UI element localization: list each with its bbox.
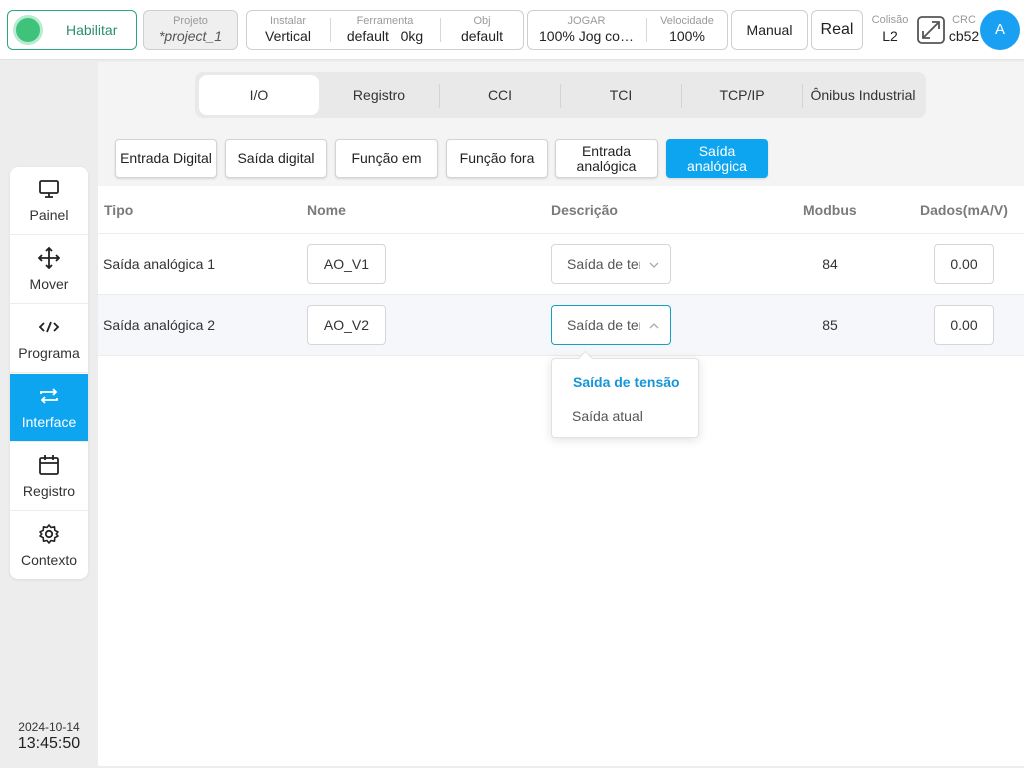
subtab-function-in[interactable]: Função em bbox=[335, 139, 438, 178]
data-input[interactable]: 0.00 bbox=[934, 244, 994, 284]
sidebar-item-label: Mover bbox=[29, 276, 69, 292]
select-value: Saída de tensão bbox=[567, 256, 640, 272]
real-label: Real bbox=[820, 21, 854, 38]
sidebar-item-mover[interactable]: Mover bbox=[10, 236, 88, 304]
subtab-digital-output[interactable]: Saída digital bbox=[225, 139, 327, 178]
sidebar-item-label: Contexto bbox=[20, 552, 78, 568]
subtabs-area: Entrada Digital Saída digital Função em … bbox=[98, 124, 1024, 186]
modbus-value: 84 bbox=[822, 256, 838, 272]
description-select[interactable]: Saída de tensão bbox=[551, 305, 671, 345]
dropdown-option-current-output[interactable]: Saída atual bbox=[552, 399, 700, 433]
subtab-analog-output[interactable]: Saída analógica bbox=[666, 139, 768, 178]
subtab-function-out[interactable]: Função fora bbox=[446, 139, 548, 178]
crc-label: CRC bbox=[952, 14, 976, 26]
tab-io[interactable]: I/O bbox=[199, 75, 319, 115]
install-value: Vertical bbox=[265, 28, 311, 44]
tool-name: default bbox=[346, 28, 389, 44]
tab-registro[interactable]: Registro bbox=[319, 75, 439, 115]
swap-arrows-icon bbox=[40, 388, 58, 404]
name-input[interactable]: AO_V1 bbox=[307, 244, 386, 284]
enable-button[interactable]: Habilitar bbox=[7, 10, 137, 50]
header-modbus: Modbus bbox=[803, 202, 857, 218]
crc-value: cb52 bbox=[948, 28, 980, 44]
tab-industrial-bus[interactable]: Ônibus Industrial bbox=[803, 75, 923, 115]
time-text: 13:45:50 bbox=[17, 735, 81, 752]
row-type: Saída analógica 2 bbox=[103, 317, 216, 333]
system-clock: 2024-10-14 13:45:50 bbox=[10, 720, 88, 753]
top-bar: Habilitar Projeto *project_1 Instalar Ve… bbox=[0, 0, 1024, 60]
sidebar-item-registro[interactable]: Registro bbox=[10, 443, 88, 511]
date-text: 2024-10-14 bbox=[18, 720, 80, 734]
jog-speed-panel[interactable]: JOGAR 100% Jog co… Velocidade 100% bbox=[527, 10, 728, 50]
crc-indicator: CRC cb52 bbox=[946, 14, 982, 44]
tab-bar: I/O Registro CCI TCI TCP/IP Ônibus Indus… bbox=[195, 72, 926, 118]
sidebar-item-label: Registro bbox=[22, 483, 76, 499]
header-name: Nome bbox=[307, 202, 346, 218]
tool-value: default 0kg bbox=[331, 28, 439, 44]
move-arrows-icon bbox=[38, 247, 60, 269]
obj-value: default bbox=[460, 28, 504, 44]
sidebar-item-label: Programa bbox=[18, 345, 80, 361]
gear-icon bbox=[39, 524, 59, 544]
speed-label: Velocidade bbox=[660, 15, 714, 27]
name-input[interactable]: AO_V2 bbox=[307, 305, 386, 345]
select-value: Saída de tensão bbox=[567, 317, 640, 333]
collision-value: L2 bbox=[882, 28, 898, 44]
sidebar-item-label: Interface bbox=[21, 414, 77, 430]
table-header: Tipo Nome Descrição Modbus Dados(mA/V) bbox=[98, 186, 1024, 234]
header-data: Dados(mA/V) bbox=[920, 202, 1008, 218]
project-selector[interactable]: Projeto *project_1 bbox=[143, 10, 238, 50]
enable-label: Habilitar bbox=[66, 22, 118, 38]
sidebar-item-label: Painel bbox=[29, 207, 69, 223]
sidebar-item-painel[interactable]: Painel bbox=[10, 167, 88, 235]
tool-weight: 0kg bbox=[400, 28, 424, 44]
tabs-area: I/O Registro CCI TCI TCP/IP Ônibus Indus… bbox=[98, 62, 1024, 124]
tab-cci[interactable]: CCI bbox=[440, 75, 560, 115]
dropdown-option-voltage-output[interactable]: Saída de tensão bbox=[552, 365, 700, 399]
tool-label: Ferramenta bbox=[356, 15, 414, 27]
modbus-value: 85 bbox=[822, 317, 838, 333]
table-row: Saída analógica 2 AO_V2 Saída de tensão … bbox=[98, 295, 1024, 356]
jog-value: 100% Jog co… bbox=[539, 28, 634, 44]
description-dropdown: Saída de tensão Saída atual bbox=[551, 358, 699, 438]
manual-mode-button[interactable]: Manual bbox=[731, 10, 808, 50]
collision-indicator[interactable]: Colisão L2 bbox=[866, 14, 914, 44]
description-select[interactable]: Saída de tensão bbox=[551, 244, 671, 284]
tab-tcp-ip[interactable]: TCP/IP bbox=[682, 75, 802, 115]
project-label: Projeto bbox=[173, 15, 208, 27]
sidebar-item-contexto[interactable]: Contexto bbox=[10, 512, 88, 579]
calendar-icon bbox=[39, 455, 59, 475]
sidebar-item-interface[interactable]: Interface bbox=[10, 374, 88, 442]
expand-icon[interactable] bbox=[917, 16, 945, 44]
install-label: Instalar bbox=[269, 15, 307, 27]
chevron-down-icon bbox=[649, 262, 659, 268]
subtab-analog-input[interactable]: Entrada analógica bbox=[555, 139, 658, 178]
user-avatar[interactable]: A bbox=[980, 10, 1020, 50]
jog-label: JOGAR bbox=[567, 15, 606, 27]
real-mode-button[interactable]: Real bbox=[811, 10, 863, 50]
code-icon bbox=[38, 321, 60, 333]
row-type: Saída analógica 1 bbox=[103, 256, 216, 272]
table-row: Saída analógica 1 AO_V1 Saída de tensão … bbox=[98, 234, 1024, 295]
header-type: Tipo bbox=[104, 202, 134, 218]
sidebar-item-programa[interactable]: Programa bbox=[10, 305, 88, 373]
subtab-digital-input[interactable]: Entrada Digital bbox=[115, 139, 217, 178]
manual-label: Manual bbox=[746, 22, 793, 38]
speed-value: 100% bbox=[669, 28, 705, 44]
install-tool-obj-panel[interactable]: Instalar Vertical Ferramenta default 0kg… bbox=[246, 10, 524, 50]
sidebar-nav: Painel Mover Programa Interface Registro… bbox=[10, 167, 88, 579]
obj-label: Obj bbox=[473, 15, 491, 27]
chevron-up-icon bbox=[649, 323, 659, 329]
enable-status-icon bbox=[16, 18, 40, 42]
header-description: Descrição bbox=[551, 202, 618, 218]
monitor-icon bbox=[39, 180, 59, 198]
project-value: *project_1 bbox=[158, 28, 223, 44]
data-input[interactable]: 0.00 bbox=[934, 305, 994, 345]
collision-label: Colisão bbox=[871, 14, 909, 26]
tab-tci[interactable]: TCI bbox=[561, 75, 681, 115]
